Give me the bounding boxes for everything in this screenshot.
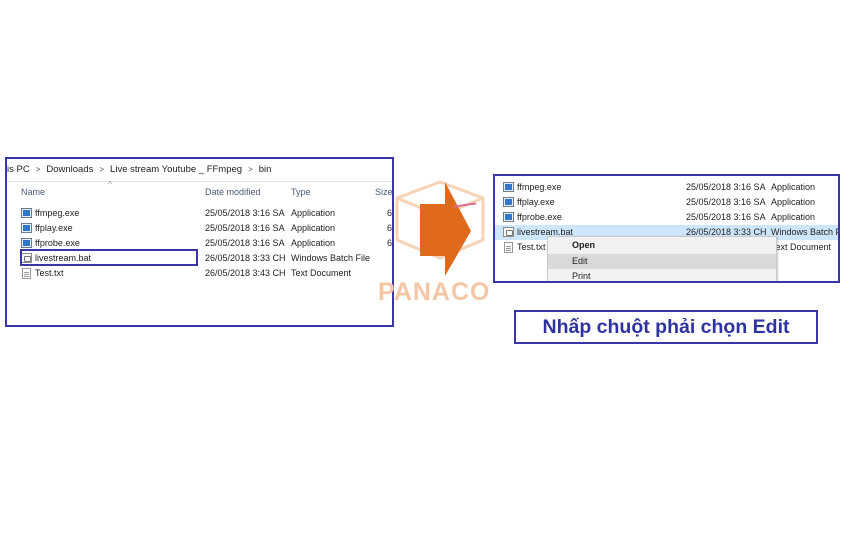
- file-type: Application: [291, 223, 336, 233]
- file-row-test[interactable]: Test.txt 26/05/2018 3:43 CH Text Documen…: [7, 266, 392, 281]
- file-type: Text Document: [771, 242, 832, 252]
- breadcrumb-bin[interactable]: bin: [259, 164, 272, 175]
- chevron-right-icon: >: [35, 165, 41, 174]
- menu-item-print[interactable]: Print: [548, 269, 776, 281]
- column-header-date[interactable]: Date modified: [205, 187, 261, 197]
- explorer-window-right: ffmpeg.exe 25/05/2018 3:16 SA Applicatio…: [493, 174, 840, 283]
- breadcrumb-live-stream[interactable]: Live stream Youtube _ FFmpeg: [110, 164, 242, 175]
- file-type: Text Document: [291, 268, 352, 278]
- file-date: 25/05/2018 3:16 SA: [686, 212, 766, 222]
- application-icon: [21, 223, 32, 233]
- highlight-box-livestream: [20, 249, 198, 266]
- instruction-caption: Nhấp chuột phải chọn Edit: [514, 310, 818, 344]
- column-header-name[interactable]: Name: [21, 187, 45, 197]
- file-date: 25/05/2018 3:16 SA: [205, 223, 285, 233]
- breadcrumb-this-pc[interactable]: is PC: [7, 164, 30, 175]
- file-type: Application: [291, 238, 336, 248]
- file-type: Application: [771, 197, 816, 207]
- file-row-ffmpeg[interactable]: ffmpeg.exe 25/05/2018 3:16 SA Applicatio…: [7, 206, 392, 221]
- application-icon: [503, 197, 514, 207]
- application-icon: [503, 182, 514, 192]
- menu-item-open[interactable]: Open: [548, 238, 776, 253]
- application-icon: [21, 208, 32, 218]
- context-menu: Open Edit Print: [547, 236, 777, 281]
- watermark-text: PANACO: [378, 278, 491, 306]
- file-name: ffplay.exe: [35, 223, 73, 233]
- file-type: Application: [771, 212, 816, 222]
- file-date: 25/05/2018 3:16 SA: [205, 238, 285, 248]
- file-name: ffmpeg.exe: [35, 208, 80, 218]
- arrow-right-icon: [420, 182, 471, 276]
- file-row-ffmpeg[interactable]: ffmpeg.exe 25/05/2018 3:16 SA Applicatio…: [495, 180, 838, 195]
- breadcrumb-downloads[interactable]: Downloads: [46, 164, 93, 175]
- breadcrumb: is PC > Downloads > Live stream Youtube _ FF…: [7, 159, 392, 182]
- explorer-window-left: is PC > Downloads > Live stream Youtube _ FF…: [5, 157, 394, 327]
- file-type: Application: [291, 208, 336, 218]
- file-type: Windows Batch Fi: [771, 227, 840, 237]
- file-type: Windows Batch File: [291, 253, 371, 263]
- file-name: Test.txt: [35, 268, 64, 278]
- file-date: 26/05/2018 3:43 CH: [205, 268, 286, 278]
- column-header-type[interactable]: Type: [291, 187, 311, 197]
- file-date: 25/05/2018 3:16 SA: [686, 197, 766, 207]
- file-name: ffplay.exe: [517, 197, 555, 207]
- file-date: 25/05/2018 3:16 SA: [205, 208, 285, 218]
- file-name: Test.txt: [517, 242, 546, 252]
- batch-file-icon: [503, 227, 514, 237]
- menu-item-edit[interactable]: Edit: [548, 254, 776, 269]
- file-name: ffprobe.exe: [517, 212, 562, 222]
- text-file-icon: [504, 242, 513, 253]
- file-row-ffplay[interactable]: ffplay.exe 25/05/2018 3:16 SA Applicatio…: [495, 195, 838, 210]
- chevron-right-icon: >: [248, 165, 253, 174]
- file-row-ffprobe[interactable]: ffprobe.exe 25/05/2018 3:16 SA Applicati…: [495, 210, 838, 225]
- sort-arrow-icon: ^: [108, 180, 112, 189]
- application-icon: [503, 212, 514, 222]
- file-name: ffmpeg.exe: [517, 182, 562, 192]
- file-date: 26/05/2018 3:33 CH: [205, 253, 286, 263]
- file-type: Application: [771, 182, 816, 192]
- file-row-ffplay[interactable]: ffplay.exe 25/05/2018 3:16 SA Applicatio…: [7, 221, 392, 236]
- file-date: 25/05/2018 3:16 SA: [686, 182, 766, 192]
- chevron-right-icon: >: [99, 165, 105, 174]
- application-icon: [21, 238, 32, 248]
- text-file-icon: [22, 268, 31, 279]
